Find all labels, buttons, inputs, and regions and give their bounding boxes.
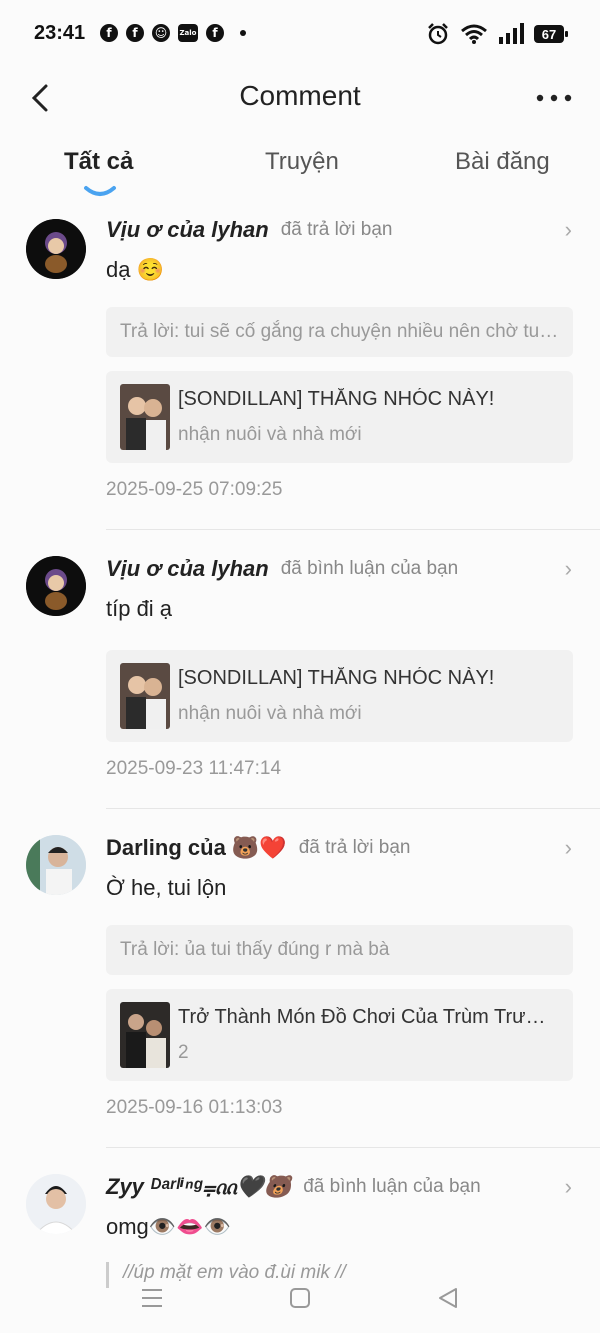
status-app-icons: f f ☺ Zalo f — [100, 24, 246, 42]
avatar-photo-icon — [26, 835, 86, 895]
home-square-icon — [290, 1288, 310, 1308]
notification-dot-icon — [240, 30, 246, 36]
home-button[interactable] — [280, 1282, 320, 1314]
status-right: 67 — [426, 22, 568, 46]
reply-preview[interactable]: Trả lời: ủa tui thấy đúng r mà bà — [106, 925, 573, 975]
avatar[interactable] — [26, 556, 86, 616]
story-title: [SONDILLAN] THẰNG NHÓC NÀY! — [178, 667, 495, 689]
story-chapter: nhận nuôi và nhà mới — [178, 424, 362, 445]
story-card[interactable]: [SONDILLAN] THẰNG NHÓC NÀY! nhận nuôi và… — [106, 650, 573, 742]
avatar-illustration-icon — [26, 219, 86, 279]
menu-lines-icon — [142, 1289, 162, 1307]
chevron-right-icon[interactable]: › — [565, 1174, 572, 1200]
facebook-icon: f — [100, 24, 118, 42]
app-header: Comment — [0, 66, 600, 130]
notification-action: đã bình luận của bạn — [280, 558, 459, 579]
notification-action: đã bình luận của bạn — [303, 1176, 481, 1197]
page-title: Comment — [239, 80, 361, 111]
status-bar: 23:41 f f ☺ Zalo f 67 — [0, 0, 600, 66]
comment-text: Ờ he, tui lộn — [106, 875, 227, 900]
comment-text: típ đi ạ — [106, 596, 173, 621]
story-title: [SONDILLAN] THẰNG NHÓC NÀY! — [178, 388, 495, 410]
recent-apps-button[interactable] — [132, 1282, 172, 1314]
story-card[interactable]: Trở Thành Món Đồ Chơi Của Trùm Trường...… — [106, 989, 573, 1081]
zalo-icon: Zalo — [178, 24, 198, 42]
story-thumbnail — [120, 1002, 170, 1068]
triangle-back-icon — [439, 1288, 457, 1308]
comment-text: omg👁️👄👁️ — [106, 1214, 231, 1239]
status-time: 23:41 — [34, 22, 86, 44]
battery-indicator: 67 — [534, 25, 568, 43]
more-options-button[interactable] — [534, 80, 574, 116]
story-title: Trở Thành Món Đồ Chơi Của Trùm Trường... — [178, 1006, 556, 1028]
chevron-right-icon[interactable]: › — [565, 835, 572, 861]
tab-posts[interactable]: Bài đăng — [455, 148, 550, 176]
wifi-icon — [461, 24, 487, 44]
timestamp: 2025-09-16 01:13:03 — [106, 1097, 283, 1118]
chevron-right-icon[interactable]: › — [565, 217, 572, 243]
avatar[interactable] — [26, 1174, 86, 1234]
system-nav-bar — [0, 1262, 600, 1333]
tab-stories[interactable]: Truyện — [265, 148, 339, 176]
notification-list: Vịu ơ của lyhan đã trả lời bạn › dạ ☺️ T… — [0, 205, 600, 1288]
story-chapter: 2 — [178, 1042, 189, 1063]
story-chapter: nhận nuôi và nhà mới — [178, 703, 362, 724]
facebook-icon: f — [206, 24, 224, 42]
tab-all[interactable]: Tất cả — [64, 148, 133, 176]
story-thumbnail — [120, 384, 170, 450]
messenger-icon: ☺ — [152, 24, 170, 42]
avatar[interactable] — [26, 835, 86, 895]
comment-text: dạ ☺️ — [106, 257, 164, 282]
user-name[interactable]: Darling của 🐻❤️ — [106, 835, 287, 861]
active-tab-indicator — [84, 186, 116, 196]
signal-icon — [499, 23, 524, 44]
timestamp: 2025-09-25 07:09:25 — [106, 479, 283, 500]
avatar[interactable] — [26, 219, 86, 279]
notification-action: đã trả lời bạn — [280, 219, 393, 240]
alarm-icon — [428, 23, 448, 45]
avatar-illustration-icon — [26, 556, 86, 616]
more-dots-icon — [536, 94, 572, 102]
tab-bar: Tất cả Truyện Bài đăng — [0, 140, 600, 200]
user-name[interactable]: Vịu ơ của lyhan — [106, 217, 269, 243]
notification-action: đã trả lời bạn — [298, 837, 411, 858]
back-nav-button[interactable] — [428, 1282, 468, 1314]
user-name[interactable]: Vịu ơ của lyhan — [106, 556, 269, 582]
notification-item[interactable]: Vịu ơ của lyhan đã trả lời bạn › dạ ☺️ T… — [0, 205, 600, 509]
avatar-photo-icon — [26, 1174, 86, 1234]
chevron-right-icon[interactable]: › — [565, 556, 572, 582]
user-name[interactable]: Zyy ᴰᵃʳˡⁱⁿᵍ⩦ᦶ🖤🐻 — [106, 1174, 291, 1201]
story-card[interactable]: [SONDILLAN] THẰNG NHÓC NÀY! nhận nuôi và… — [106, 371, 573, 463]
notification-item[interactable]: Vịu ơ của lyhan đã bình luận của bạn › t… — [0, 530, 600, 788]
timestamp: 2025-09-23 11:47:14 — [106, 758, 282, 779]
facebook-icon: f — [126, 24, 144, 42]
story-thumbnail — [120, 663, 170, 729]
reply-preview[interactable]: Trả lời: tui sẽ cố gắng ra chuyện nhiều … — [106, 307, 573, 357]
notification-item[interactable]: Darling của 🐻❤️ đã trả lời bạn › Ờ he, t… — [0, 809, 600, 1127]
